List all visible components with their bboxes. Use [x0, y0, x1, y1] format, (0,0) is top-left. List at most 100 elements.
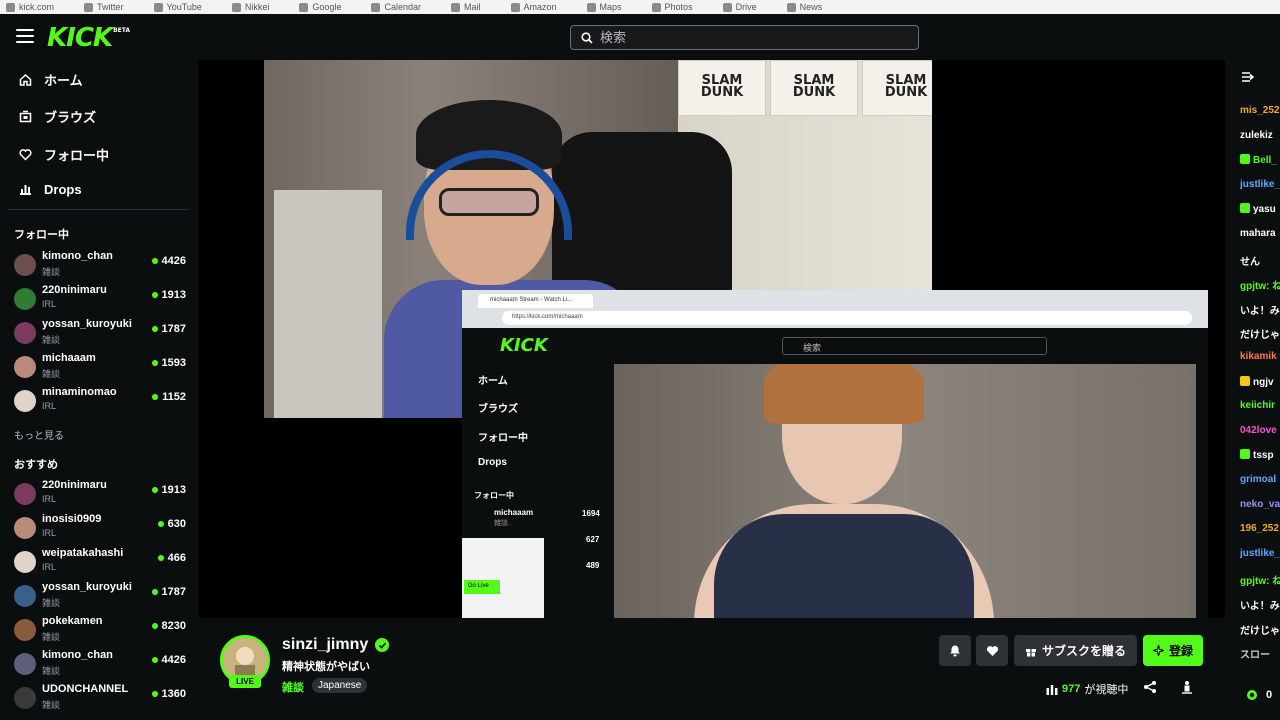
bookmark-item[interactable]: Twitter: [84, 2, 124, 12]
following-channel-3[interactable]: michaaam 雑談 1593: [14, 351, 186, 381]
recommended-channel-6[interactable]: UDONCHANNEL 雑談 1360: [14, 682, 186, 712]
chat-username[interactable]: いよ！み: [1240, 306, 1280, 317]
chat-points[interactable]: 0: [1246, 689, 1272, 701]
chat-username[interactable]: keiichir: [1240, 400, 1275, 411]
bookmark-item[interactable]: Mail: [450, 2, 481, 12]
bookmark-item[interactable]: News: [786, 2, 823, 12]
chat-username[interactable]: スロー: [1240, 650, 1270, 661]
collapse-chat-icon[interactable]: [1241, 70, 1255, 84]
live-dot-icon: [151, 657, 158, 663]
streamer-name[interactable]: sinzi_jimny: [282, 636, 390, 654]
chat-username[interactable]: justlike_: [1240, 548, 1280, 559]
stream-category[interactable]: 雑談: [282, 679, 304, 695]
language-tag[interactable]: Japanese: [312, 678, 368, 693]
viewer-number: 8230: [161, 620, 186, 632]
screen-capture: michaaam Stream - Watch Li... https://ki…: [462, 290, 1208, 618]
recommended-channel-3[interactable]: yossan_kuroyuki 雑談 1787: [14, 580, 186, 610]
points-value: 0: [1266, 689, 1273, 701]
channel-name: michaaam: [42, 352, 96, 364]
viewer-count: 977 が視聴中: [1046, 681, 1128, 697]
bookmark-label: News: [799, 2, 823, 12]
show-more-link[interactable]: もっと見る: [14, 427, 64, 442]
bookmark-icon: [450, 2, 460, 12]
live-dot-icon: [151, 360, 158, 366]
bookmark-item[interactable]: Google: [299, 2, 341, 12]
share-icon[interactable]: [1143, 680, 1159, 696]
chat-username[interactable]: 196_252: [1240, 523, 1279, 534]
chat-username[interactable]: kikamik: [1240, 351, 1277, 362]
chat-username[interactable]: gpjtw: ね: [1240, 281, 1280, 292]
channel-avatar: [14, 653, 36, 675]
bookmark-item[interactable]: YouTube: [153, 2, 202, 12]
chat-username[interactable]: Bell_: [1253, 155, 1277, 166]
chat-username[interactable]: grimoal: [1240, 474, 1276, 485]
chat-message: いよ！み: [1240, 302, 1280, 317]
menu-icon[interactable]: [16, 29, 34, 45]
channel-name: weipatakahashi: [42, 547, 124, 559]
chat-message: gpjtw: ね: [1240, 572, 1280, 587]
channel-name: 220ninimaru: [42, 479, 107, 491]
live-dot-icon: [151, 623, 158, 629]
recommended-channel-0[interactable]: 220ninimaru IRL 1913: [14, 478, 186, 508]
bookmark-item[interactable]: Maps: [586, 2, 622, 12]
channel-viewers: 466: [157, 552, 186, 564]
recommended-channel-5[interactable]: kimono_chan 雑談 4426: [14, 648, 186, 678]
bookmark-item[interactable]: kick.com: [6, 2, 54, 12]
gift-sub-button[interactable]: サブスクを贈る: [1014, 635, 1137, 666]
nav-following[interactable]: フォロー中: [18, 145, 109, 164]
bookmark-item[interactable]: Calendar: [371, 2, 421, 12]
bookmark-item[interactable]: Nikkei: [231, 2, 269, 12]
recommended-channel-1[interactable]: inosisi0909 IRL 630: [14, 512, 186, 542]
bookmark-label: Drive: [735, 2, 757, 12]
kick-logo[interactable]: KICK BETA: [47, 23, 130, 53]
nav-browse[interactable]: ブラウズ: [18, 107, 96, 126]
notification-button[interactable]: [939, 635, 971, 666]
search-box[interactable]: [570, 25, 919, 50]
chat-username[interactable]: gpjtw: ね: [1240, 576, 1280, 587]
channel-avatar: [14, 288, 36, 310]
chat-username[interactable]: zulekiz: [1240, 130, 1273, 141]
chat-message: せん: [1240, 253, 1260, 268]
chat-username[interactable]: justlike_: [1240, 179, 1280, 190]
bookmark-item[interactable]: Amazon: [510, 2, 557, 12]
following-channel-2[interactable]: yossan_kuroyuki 雑談 1787: [14, 317, 186, 347]
report-icon[interactable]: [1180, 680, 1196, 696]
following-channel-1[interactable]: 220ninimaru IRL 1913: [14, 283, 186, 313]
chat-username[interactable]: mahara: [1240, 228, 1276, 239]
chat-username[interactable]: 042love: [1240, 425, 1277, 436]
chat-username[interactable]: いよ！み: [1240, 601, 1280, 612]
channel-category: 雑談: [42, 267, 61, 277]
recommended-channel-2[interactable]: weipatakahashi IRL 466: [14, 546, 186, 576]
follow-button[interactable]: 登録: [1143, 635, 1203, 666]
chat-username[interactable]: だけじゃ: [1240, 626, 1280, 637]
favorite-button[interactable]: [976, 635, 1008, 666]
chat-username[interactable]: tssp: [1253, 450, 1274, 461]
live-dot-icon: [152, 394, 159, 400]
chat-username[interactable]: mis_252: [1240, 105, 1279, 116]
channel-viewers: 1152: [152, 391, 186, 403]
streamer-name-text: sinzi_jimny: [282, 636, 369, 653]
recommended-channel-4[interactable]: pokekamen 雑談 8230: [14, 614, 186, 644]
bookmark-item[interactable]: Drive: [722, 2, 757, 12]
video-player[interactable]: SLAM DUNK SLAM DUNK SLAM DUNK michaaam S…: [198, 60, 1225, 618]
chat-message: kikamik: [1240, 351, 1277, 362]
chat-username[interactable]: ngjv: [1253, 377, 1274, 388]
nav-drops[interactable]: Drops: [18, 182, 82, 197]
following-channel-4[interactable]: minaminomao IRL 1152: [14, 385, 186, 415]
bookmark-item[interactable]: Photos: [651, 2, 693, 12]
chat-username[interactable]: せん: [1240, 257, 1260, 268]
nav-home[interactable]: ホーム: [18, 70, 83, 89]
search-input[interactable]: [600, 30, 900, 45]
chat-username[interactable]: yasu: [1253, 204, 1276, 215]
chat-username[interactable]: neko_va: [1240, 499, 1280, 510]
inner-channel-name: michaaam: [494, 508, 534, 517]
following-channel-0[interactable]: kimono_chan 雑談 4426: [14, 249, 186, 279]
chat-username[interactable]: だけじゃ: [1240, 330, 1280, 341]
viewer-count-number: 977: [1062, 683, 1081, 695]
inner-viewers: 489: [586, 561, 600, 570]
inner-video: [614, 364, 1196, 618]
sidebar-divider: [8, 209, 189, 210]
gift-sub-label: サブスクを贈る: [1041, 644, 1126, 658]
chat-message: zulekiz: [1240, 130, 1273, 141]
channel-name: yossan_kuroyuki: [42, 318, 132, 330]
